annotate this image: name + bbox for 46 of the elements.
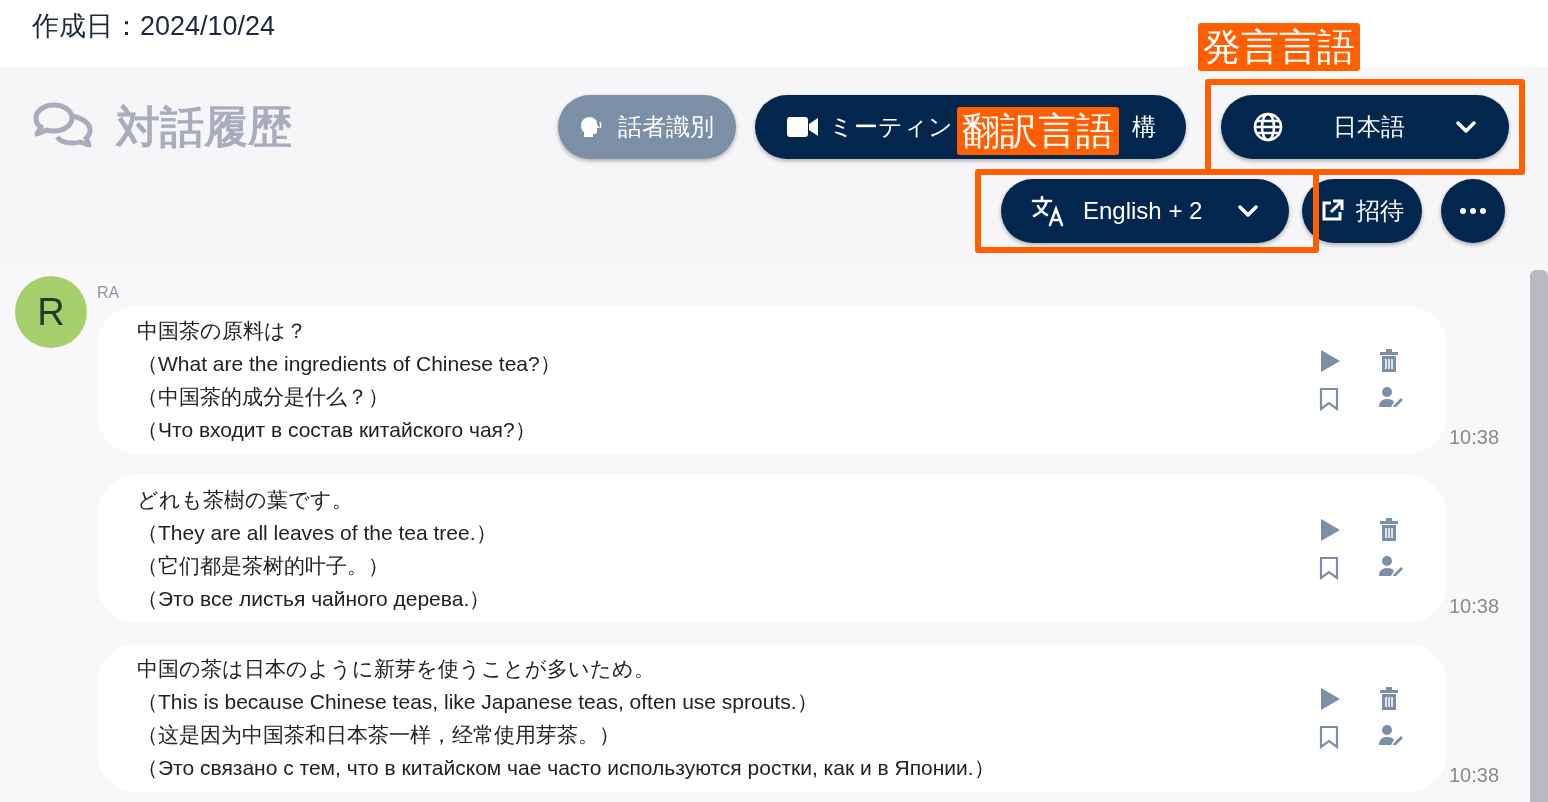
avatar: R	[15, 276, 87, 348]
play-icon[interactable]	[1319, 349, 1341, 373]
message-line: （这是因为中国茶和日本茶一样，经常使用芽茶。）	[137, 722, 621, 748]
annotation-label: 発言言語	[1198, 23, 1360, 71]
bookmark-icon[interactable]	[1319, 556, 1339, 580]
message-line: どれも茶樹の葉です。	[137, 487, 354, 513]
message-line: （What are the ingredients of Chinese tea?）	[137, 351, 562, 377]
chevron-down-icon	[1237, 204, 1259, 218]
user-edit-icon[interactable]	[1379, 387, 1403, 407]
speaker-name: RA	[97, 284, 121, 302]
scrollbar[interactable]	[1530, 270, 1548, 802]
trash-icon[interactable]	[1379, 687, 1399, 711]
play-icon[interactable]	[1319, 687, 1341, 711]
message-line: （Это все листья чайного дерева.）	[137, 586, 492, 612]
speech-language-select[interactable]: 日本語	[1221, 95, 1509, 159]
video-camera-icon	[787, 116, 819, 138]
user-edit-icon[interactable]	[1379, 556, 1403, 576]
translate-icon	[1031, 195, 1065, 227]
more-button[interactable]	[1441, 179, 1505, 243]
message-line: （Это связано с тем, что в китайском чае часто используются ростки, как и в Японии.）	[137, 755, 996, 781]
speaking-head-icon	[580, 116, 604, 138]
message-line: （它们都是茶树的叶子。）	[137, 553, 390, 579]
trash-icon[interactable]	[1379, 349, 1399, 373]
message-line: 中国の茶は日本のように新芽を使うことが多いため。	[137, 656, 656, 682]
external-link-icon	[1320, 199, 1344, 223]
user-edit-icon[interactable]	[1379, 725, 1403, 745]
bookmark-icon[interactable]	[1319, 387, 1339, 411]
trash-icon[interactable]	[1379, 518, 1399, 542]
page-title: 対話履歴	[116, 101, 292, 153]
message-line: （This is because Chinese teas, like Japanese teas, often use sprouts.）	[137, 689, 819, 715]
play-icon[interactable]	[1319, 518, 1341, 542]
annotation-label: 翻訳言語	[957, 107, 1119, 155]
message-time: 10:38	[1449, 594, 1500, 619]
message-line: （Что входит в состав китайского чая?）	[137, 417, 537, 443]
message-line: （中国茶的成分是什么？）	[137, 384, 390, 410]
invite-button[interactable]: 招待	[1302, 179, 1422, 243]
message-time: 10:38	[1449, 763, 1500, 788]
globe-icon	[1253, 112, 1283, 142]
translation-language-select[interactable]: English + 2	[1001, 179, 1289, 243]
chevron-down-icon	[1455, 120, 1477, 134]
message-time: 10:38	[1449, 425, 1500, 450]
creation-date: 作成日：2024/10/24	[32, 10, 276, 43]
bookmark-icon[interactable]	[1319, 725, 1339, 749]
message-line: （They are all leaves of the tea tree.）	[137, 520, 498, 546]
message-line: 中国茶の原料は？	[137, 318, 308, 344]
more-icon	[1460, 208, 1486, 214]
